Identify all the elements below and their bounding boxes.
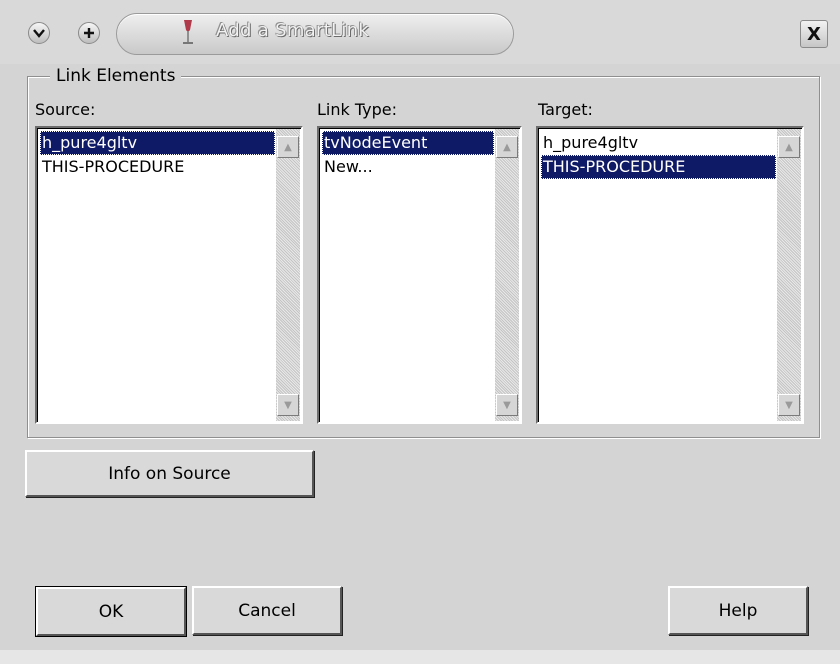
list-item[interactable]: h_pure4gltv <box>40 131 275 155</box>
close-button[interactable]: X <box>800 20 828 48</box>
window-bottom-edge <box>0 650 840 664</box>
scroll-up-icon[interactable]: ▲ <box>496 136 518 158</box>
source-label: Source: <box>35 100 96 119</box>
group-legend: Link Elements <box>50 66 182 86</box>
scroll-down-icon[interactable]: ▼ <box>778 394 800 416</box>
scroll-up-icon[interactable]: ▲ <box>778 136 800 158</box>
title-bar: Add a SmartLink X <box>0 0 840 64</box>
target-label: Target: <box>538 100 593 119</box>
plus-icon[interactable] <box>78 22 100 44</box>
list-item[interactable]: New... <box>322 155 494 179</box>
close-icon: X <box>807 23 821 45</box>
list-item[interactable]: h_pure4gltv <box>541 131 776 155</box>
list-item[interactable]: THIS-PROCEDURE <box>40 155 275 179</box>
link-type-label: Link Type: <box>317 100 397 119</box>
source-items: h_pure4gltv THIS-PROCEDURE <box>40 131 275 179</box>
help-button[interactable]: Help <box>668 586 808 635</box>
target-listbox[interactable]: h_pure4gltv THIS-PROCEDURE ▲ ▼ <box>536 126 804 424</box>
scroll-down-icon[interactable]: ▼ <box>496 394 518 416</box>
cancel-button[interactable]: Cancel <box>192 586 342 635</box>
window-title: Add a SmartLink <box>216 20 370 41</box>
list-item[interactable]: tvNodeEvent <box>322 131 494 155</box>
link-type-scrollbar[interactable]: ▲ ▼ <box>495 129 519 421</box>
link-type-items: tvNodeEvent New... <box>322 131 494 179</box>
ok-button[interactable]: OK <box>35 586 187 637</box>
scroll-up-icon[interactable]: ▲ <box>277 136 299 158</box>
target-items: h_pure4gltv THIS-PROCEDURE <box>541 131 776 179</box>
wine-glass-icon <box>178 18 198 52</box>
link-type-listbox[interactable]: tvNodeEvent New... ▲ ▼ <box>317 126 522 424</box>
list-item[interactable]: THIS-PROCEDURE <box>541 155 776 179</box>
target-scrollbar[interactable]: ▲ ▼ <box>777 129 801 421</box>
info-on-source-button[interactable]: Info on Source <box>25 450 314 497</box>
source-scrollbar[interactable]: ▲ ▼ <box>276 129 300 421</box>
chevron-down-icon[interactable] <box>28 22 50 44</box>
scroll-down-icon[interactable]: ▼ <box>277 394 299 416</box>
source-listbox[interactable]: h_pure4gltv THIS-PROCEDURE ▲ ▼ <box>35 126 303 424</box>
